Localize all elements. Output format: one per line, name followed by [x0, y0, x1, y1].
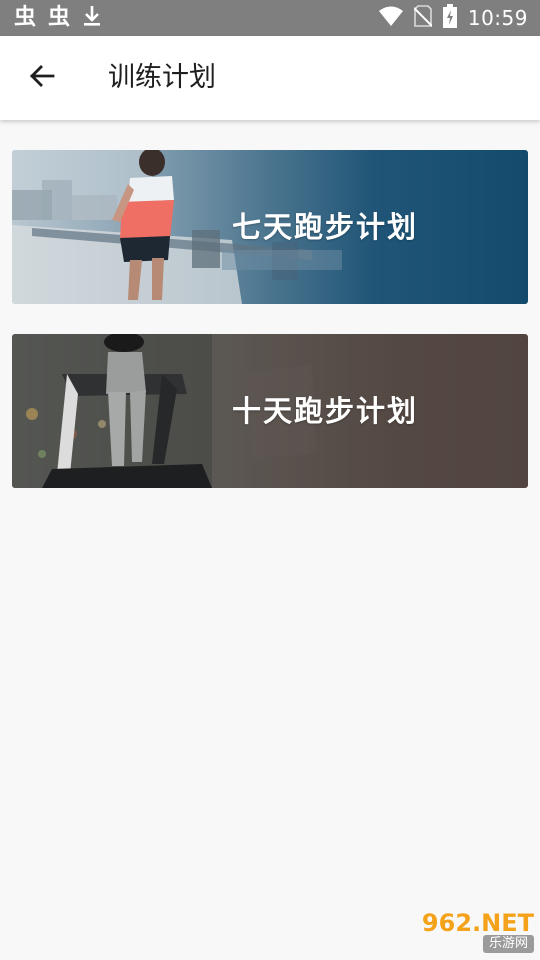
plan-card-label: 七天跑步计划 — [232, 210, 419, 244]
app-bar: 训练计划 — [0, 36, 540, 120]
battery-icon — [442, 4, 458, 32]
plan-card-ten-day[interactable]: 十天跑步计划 — [12, 334, 528, 488]
system-tray: 10:59 — [378, 4, 528, 32]
page-title: 训练计划 — [108, 62, 216, 93]
wifi-icon — [378, 5, 404, 31]
watermark-top-text: 962.NET — [421, 909, 534, 937]
back-button[interactable] — [22, 58, 62, 98]
plan-card-label: 十天跑步计划 — [232, 394, 419, 428]
watermark-bottom-text: 乐游网 — [482, 935, 534, 953]
watermark-logo: 962.NET 乐游网 — [404, 910, 534, 954]
clock: 10:59 — [467, 6, 528, 30]
no-sim-icon — [413, 5, 433, 31]
plan-card-seven-day[interactable]: 七天跑步计划 — [12, 150, 528, 304]
app-notification-icon: 虫 — [14, 5, 37, 30]
download-icon — [82, 4, 102, 32]
notification-area: 虫 虫 — [14, 4, 102, 32]
arrow-left-icon — [28, 62, 56, 94]
app-notification-icon: 虫 — [48, 5, 71, 30]
status-bar: 虫 虫 10:59 — [0, 0, 540, 36]
